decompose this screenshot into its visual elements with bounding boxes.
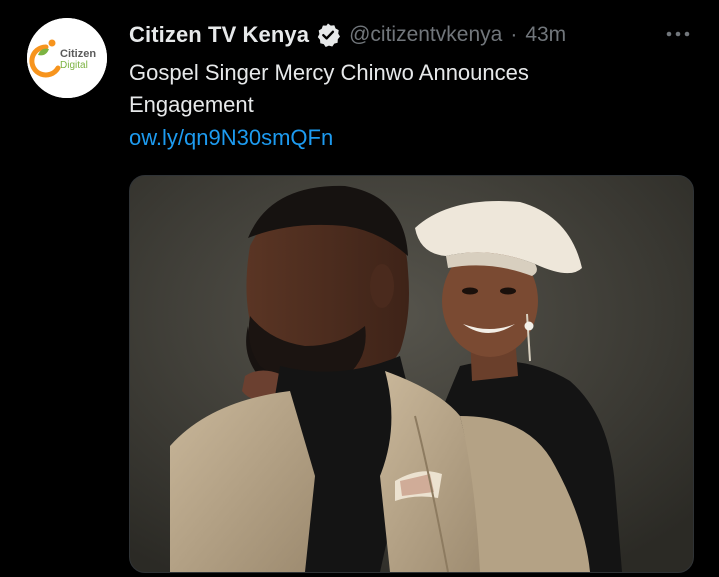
- citizen-digital-logo: Citizen Digital: [27, 18, 107, 98]
- timestamp[interactable]: 43m: [525, 23, 566, 47]
- couple-photo-image: [130, 176, 693, 572]
- tweet[interactable]: Citizen Digital Citizen TV Kenya @citize…: [0, 0, 719, 577]
- avatar[interactable]: Citizen Digital: [27, 18, 107, 98]
- handle[interactable]: @citizentvkenya: [349, 23, 502, 47]
- logo-text-digital: Digital: [60, 60, 88, 71]
- more-options-icon[interactable]: [665, 24, 691, 44]
- logo-text-citizen: Citizen: [60, 48, 96, 60]
- tweet-text-line-1: Gospel Singer Mercy Chinwo Announces: [129, 60, 529, 85]
- display-name[interactable]: Citizen TV Kenya: [129, 22, 309, 48]
- tweet-photo[interactable]: [129, 175, 694, 573]
- separator-dot: ·: [510, 23, 518, 46]
- tweet-text-line-2: Engagement: [129, 92, 254, 117]
- tweet-link[interactable]: ow.ly/qn9N30smQFn: [129, 122, 333, 154]
- verified-badge-icon: [315, 22, 341, 48]
- tweet-header: Citizen TV Kenya @citizentvkenya · 43m: [129, 20, 566, 50]
- tweet-text: Gospel Singer Mercy Chinwo Announces Eng…: [129, 57, 669, 121]
